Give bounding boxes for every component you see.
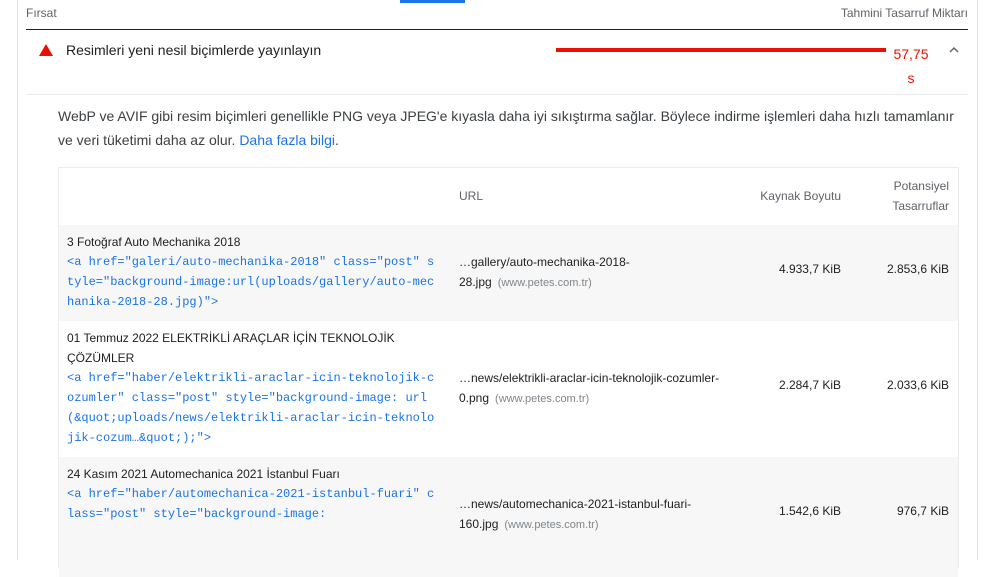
- opportunity-header: Fırsat Tahmini Tasarruf Miktarı: [26, 0, 968, 30]
- url-column-header: URL: [459, 189, 484, 203]
- resource-host: (www.petes.com.tr): [497, 277, 592, 289]
- savings-value: 57,75 s: [888, 42, 934, 90]
- potential-savings: 2.033,6 KiB: [886, 378, 949, 392]
- resource-host: (www.petes.com.tr): [504, 519, 599, 531]
- node-snippet[interactable]: <a href="haber/automechanica-2021-istanb…: [67, 484, 437, 524]
- learn-more-link[interactable]: Daha fazla bilgi: [239, 132, 335, 148]
- resource-size-column-header: Kaynak Boyutu: [760, 189, 841, 203]
- element-cell: 3 Fotoğraf Auto Mechanika 2018 <a href="…: [67, 232, 437, 312]
- resource-size: 2.284,7 KiB: [778, 378, 841, 392]
- opportunity-column-label: Fırsat: [26, 6, 57, 20]
- element-cell: 01 Temmuz 2022 ELEKTRİKLİ ARAÇLAR İÇİN T…: [67, 328, 437, 448]
- description-text: WebP ve AVIF gibi resim biçimleri genell…: [58, 108, 954, 148]
- estimated-savings-column-label: Tahmini Tasarruf Miktarı: [840, 6, 968, 20]
- potential-savings-header-line1: Potansiyel: [893, 179, 949, 193]
- node-snippet[interactable]: <a href="haber/elektrikli-araclar-icin-t…: [67, 368, 437, 448]
- chevron-up-icon[interactable]: [948, 44, 960, 56]
- table-row: 24 Kasım 2021 Automechanica 2021 İstanbu…: [59, 457, 958, 577]
- potential-savings-column-header: Potansiyel Tasarruflar: [849, 176, 949, 216]
- node-label: 3 Fotoğraf Auto Mechanika 2018: [67, 235, 241, 249]
- savings-unit: s: [907, 70, 915, 86]
- audit-title: Resimleri yeni nesil biçimlerde yayınlay…: [66, 42, 322, 58]
- table-row: 3 Fotoğraf Auto Mechanika 2018 <a href="…: [59, 225, 958, 321]
- potential-savings-header-line2: Tasarruflar: [892, 199, 949, 213]
- table-row: 01 Temmuz 2022 ELEKTRİKLİ ARAÇLAR İÇİN T…: [59, 321, 958, 457]
- resource-host: (www.petes.com.tr): [495, 393, 590, 405]
- potential-savings: 976,7 KiB: [896, 504, 949, 518]
- audit-description: WebP ve AVIF gibi resim biçimleri genell…: [58, 104, 963, 152]
- description-end: .: [335, 132, 339, 148]
- element-cell: 24 Kasım 2021 Automechanica 2021 İstanbu…: [67, 464, 437, 524]
- savings-number: 57,75: [893, 46, 929, 62]
- node-snippet[interactable]: <a href="galeri/auto-mechanika-2018" cla…: [67, 252, 437, 312]
- url-cell: …news/elektrikli-araclar-icin-teknolojik…: [459, 368, 729, 409]
- details-table: URL Kaynak Boyutu Potansiyel Tasarruflar…: [58, 167, 959, 577]
- warning-triangle-icon: [39, 44, 53, 56]
- savings-bar: [556, 48, 886, 52]
- node-label: 01 Temmuz 2022 ELEKTRİKLİ ARAÇLAR İÇİN T…: [67, 331, 395, 365]
- resource-size: 1.542,6 KiB: [778, 504, 841, 518]
- potential-savings: 2.853,6 KiB: [886, 262, 949, 276]
- node-label: 24 Kasım 2021 Automechanica 2021 İstanbu…: [67, 467, 340, 481]
- resource-size: 4.933,7 KiB: [778, 262, 841, 276]
- url-cell: …gallery/auto-mechanika-2018-28.jpg (www.…: [459, 252, 729, 293]
- url-cell: …news/automechanica-2021-istanbul-fuari-…: [459, 494, 729, 535]
- audit-summary-row[interactable]: Resimleri yeni nesil biçimlerde yayınlay…: [26, 30, 968, 95]
